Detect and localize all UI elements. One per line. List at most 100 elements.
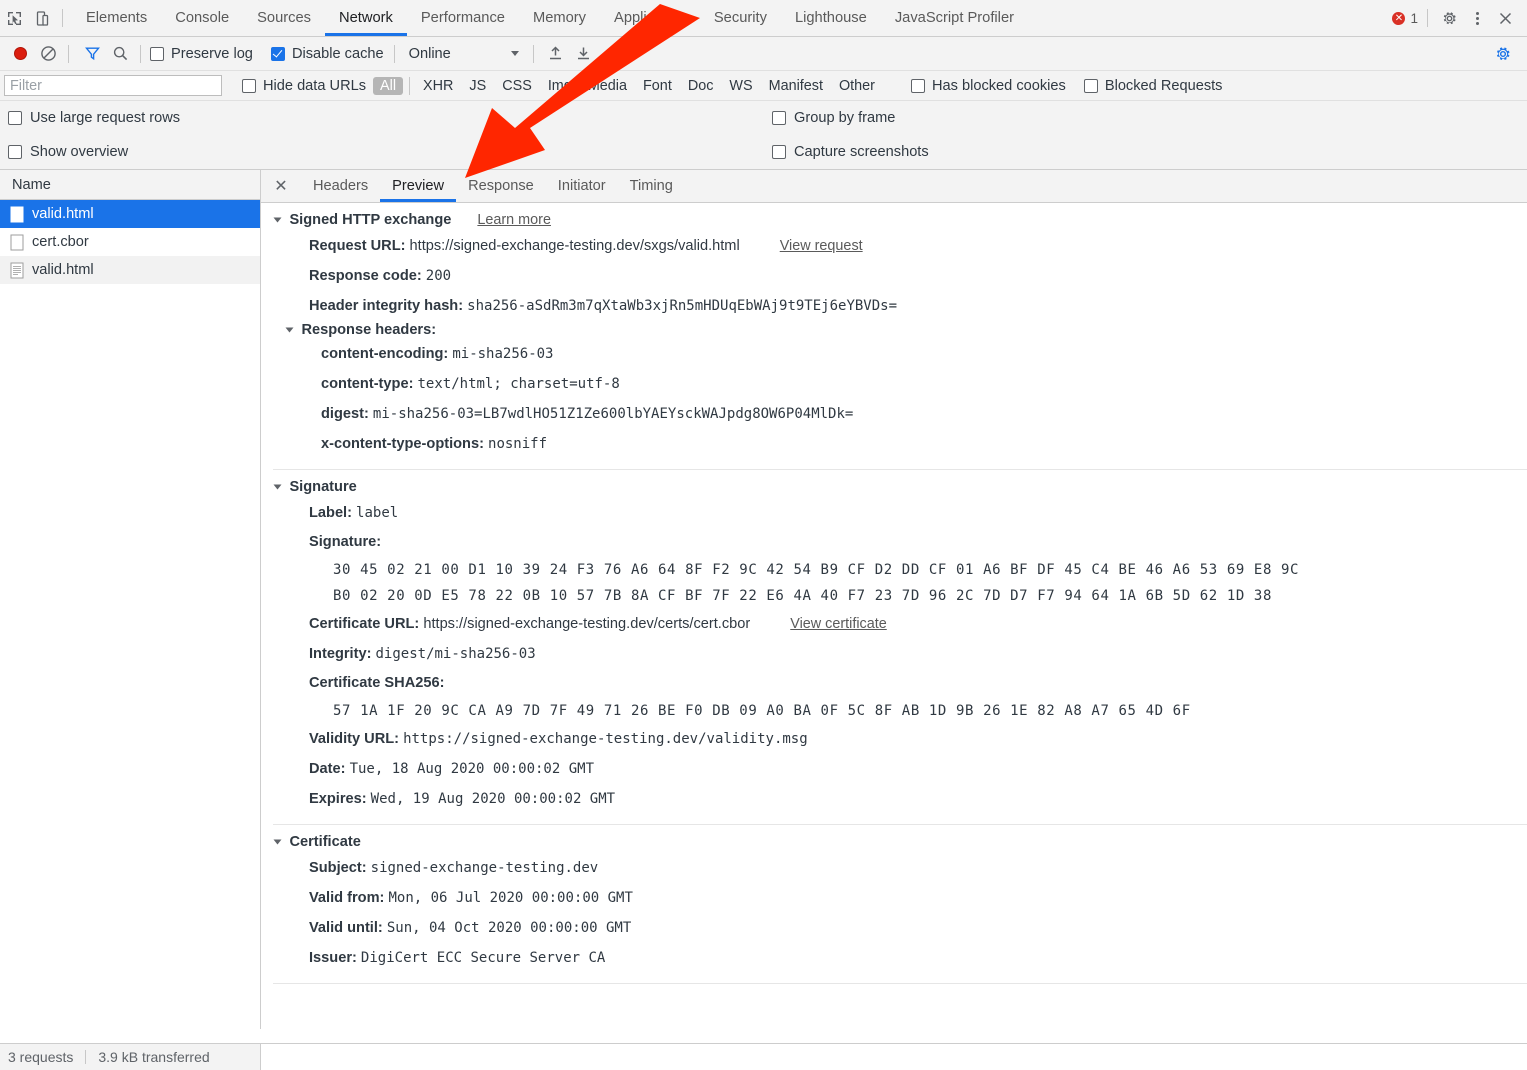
signed-exchange-preview: Signed HTTP exchange Learn more Request … xyxy=(261,203,1527,1029)
preserve-log-checkbox[interactable]: Preserve log xyxy=(150,46,253,62)
response-header-row: x-content-type-options: nosniff xyxy=(273,429,1527,459)
hide-data-urls-checkbox[interactable]: Hide data URLs xyxy=(242,78,366,94)
toolbar-divider xyxy=(533,45,534,63)
show-overview-label: Show overview xyxy=(30,144,128,160)
response-code-label: Response code: xyxy=(309,268,422,284)
filter-type-manifest[interactable]: Manifest xyxy=(762,77,830,95)
capture-screenshots-checkbox[interactable]: Capture screenshots xyxy=(772,144,929,160)
import-har-icon[interactable] xyxy=(542,40,570,68)
close-detail-icon[interactable]: ✕ xyxy=(269,174,293,198)
filter-funnel-icon[interactable] xyxy=(78,40,106,68)
status-bar-summary: 3 requests 3.9 kB transferred xyxy=(0,1044,261,1070)
learn-more-link[interactable]: Learn more xyxy=(477,212,551,228)
response-code-row: Response code: 200 xyxy=(273,261,1527,291)
blocked-requests-label: Blocked Requests xyxy=(1105,78,1223,94)
tab-initiator[interactable]: Initiator xyxy=(546,170,618,202)
tab-javascript-profiler[interactable]: JavaScript Profiler xyxy=(881,0,1028,36)
request-url-label: Request URL: xyxy=(309,238,405,254)
disclosure-triangle-icon[interactable] xyxy=(274,839,282,844)
error-circle-icon: ✕ xyxy=(1392,12,1405,25)
show-overview-checkbox[interactable]: Show overview xyxy=(8,144,128,160)
filter-type-media[interactable]: Media xyxy=(581,77,634,95)
filter-type-xhr[interactable]: XHR xyxy=(416,77,460,95)
preserve-log-label: Preserve log xyxy=(171,46,253,62)
view-certificate-link[interactable]: View certificate xyxy=(790,609,887,639)
tab-console[interactable]: Console xyxy=(161,0,243,36)
device-toolbar-icon[interactable] xyxy=(28,4,56,32)
error-count-badge[interactable]: ✕ 1 xyxy=(1392,11,1418,26)
valid-from-value: Mon, 06 Jul 2020 00:00:00 GMT xyxy=(388,890,632,906)
use-large-request-rows-checkbox[interactable]: Use large request rows xyxy=(8,110,180,126)
inspect-element-icon[interactable] xyxy=(0,4,28,32)
tab-application[interactable]: Application xyxy=(600,0,700,36)
tab-preview[interactable]: Preview xyxy=(380,170,456,202)
section-title: Signed HTTP exchange xyxy=(289,212,451,228)
search-icon[interactable] xyxy=(106,40,134,68)
request-row-valid-html-inner[interactable]: valid.html xyxy=(0,256,260,284)
valid-until-row: Valid until: Sun, 04 Oct 2020 00:00:00 G… xyxy=(273,913,1527,943)
request-name: valid.html xyxy=(32,262,94,278)
record-stop-icon[interactable] xyxy=(6,40,34,68)
request-row-cert-cbor[interactable]: cert.cbor xyxy=(0,228,260,256)
disable-cache-label: Disable cache xyxy=(292,46,384,62)
tab-network[interactable]: Network xyxy=(325,0,407,36)
column-header-name[interactable]: Name xyxy=(0,170,260,200)
network-filter-bar: Hide data URLs All XHR JS CSS Img Media … xyxy=(0,71,1527,101)
tab-headers[interactable]: Headers xyxy=(301,170,380,202)
export-har-icon[interactable] xyxy=(570,40,598,68)
throttling-dropdown[interactable]: Online xyxy=(409,46,519,62)
devtools-panel-tabbar: Elements Console Sources Network Perform… xyxy=(0,0,1527,37)
filter-type-font[interactable]: Font xyxy=(636,77,679,95)
header-name: x-content-type-options: xyxy=(321,436,484,452)
has-blocked-cookies-checkbox[interactable]: Has blocked cookies xyxy=(911,78,1066,94)
group-by-frame-checkbox[interactable]: Group by frame xyxy=(772,110,895,126)
tab-lighthouse[interactable]: Lighthouse xyxy=(781,0,881,36)
section-header: Signed HTTP exchange Learn more xyxy=(273,211,1527,229)
response-header-row: digest: mi-sha256-03=LB7wdlHO51Z1Ze600lb… xyxy=(273,399,1527,429)
tab-timing[interactable]: Timing xyxy=(618,170,685,202)
filter-type-all[interactable]: All xyxy=(373,77,403,95)
request-name: valid.html xyxy=(32,206,94,222)
disclosure-triangle-icon[interactable] xyxy=(274,217,282,222)
checkbox-box xyxy=(772,111,786,125)
toolbar-divider xyxy=(409,77,410,95)
tab-response[interactable]: Response xyxy=(456,170,546,202)
network-options-panel: Use large request rows Group by frame Sh… xyxy=(0,101,1527,170)
filter-type-other[interactable]: Other xyxy=(832,77,882,95)
certificate-url-label: Certificate URL: xyxy=(309,616,419,632)
blocked-requests-checkbox[interactable]: Blocked Requests xyxy=(1084,78,1223,94)
disclosure-triangle-icon[interactable] xyxy=(274,484,282,489)
tab-sources[interactable]: Sources xyxy=(243,0,325,36)
toolbar-divider xyxy=(1427,9,1428,27)
tab-memory[interactable]: Memory xyxy=(519,0,600,36)
expires-value: Wed, 19 Aug 2020 00:00:02 GMT xyxy=(371,791,615,807)
error-count-label: 1 xyxy=(1410,11,1418,26)
disable-cache-checkbox[interactable]: Disable cache xyxy=(271,46,384,62)
toolbar-divider xyxy=(140,45,141,63)
request-row-valid-html-sxg[interactable]: valid.html xyxy=(0,200,260,228)
close-icon[interactable] xyxy=(1491,4,1519,32)
gear-icon[interactable] xyxy=(1435,4,1463,32)
checkbox-box xyxy=(772,145,786,159)
filter-input[interactable] xyxy=(4,75,222,96)
filter-type-js[interactable]: JS xyxy=(462,77,493,95)
tab-elements[interactable]: Elements xyxy=(72,0,161,36)
tab-security[interactable]: Security xyxy=(700,0,781,36)
response-header-row: content-encoding: mi-sha256-03 xyxy=(273,339,1527,369)
toolbar-divider xyxy=(62,9,63,27)
integrity-row: Integrity: digest/mi-sha256-03 xyxy=(273,639,1527,669)
disclosure-triangle-icon[interactable] xyxy=(286,327,294,332)
subject-label: Subject: xyxy=(309,860,367,876)
options-row-2: Show overview Capture screenshots xyxy=(0,135,1527,169)
view-request-link[interactable]: View request xyxy=(780,231,863,261)
filter-type-doc[interactable]: Doc xyxy=(681,77,721,95)
section-title: Certificate xyxy=(289,834,360,850)
tabbar-right-controls: ✕ 1 xyxy=(1392,4,1527,32)
filter-type-img[interactable]: Img xyxy=(541,77,579,95)
gear-icon[interactable] xyxy=(1489,40,1517,68)
tab-performance[interactable]: Performance xyxy=(407,0,519,36)
more-vertical-icon[interactable] xyxy=(1463,4,1491,32)
filter-type-css[interactable]: CSS xyxy=(495,77,539,95)
clear-network-icon[interactable] xyxy=(34,40,62,68)
filter-type-ws[interactable]: WS xyxy=(722,77,759,95)
